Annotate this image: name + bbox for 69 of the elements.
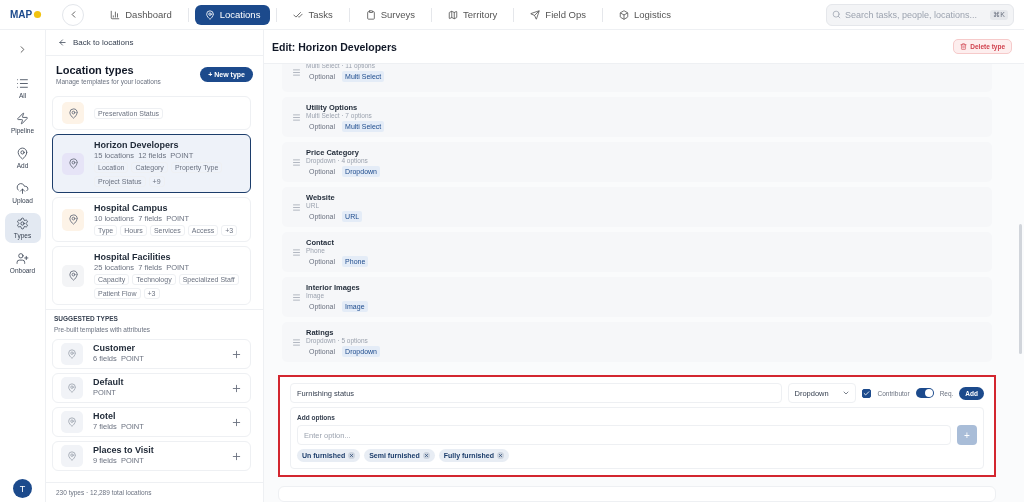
- pin-icon: [67, 107, 79, 119]
- pin-icon: [67, 383, 77, 393]
- chart-icon: [110, 9, 121, 20]
- drag-handle-icon: [292, 67, 301, 77]
- lightning-icon: [16, 112, 29, 125]
- pin-icon: [67, 270, 79, 281]
- type-name: Default: [93, 377, 124, 387]
- pin-icon: [204, 9, 215, 20]
- remove-option-button[interactable]: [348, 452, 356, 459]
- plus-icon: [231, 348, 242, 360]
- arrow-left-icon: [58, 38, 67, 47]
- add-type-button[interactable]: [231, 348, 242, 360]
- remove-option-button[interactable]: [496, 452, 504, 459]
- box-icon: [619, 9, 629, 20]
- add-type-button[interactable]: [231, 382, 242, 394]
- plus-icon: [231, 450, 242, 462]
- drag-handle-icon: [292, 112, 301, 122]
- settings-icon: [16, 217, 29, 230]
- nav-tab[interactable]: Territory: [438, 4, 508, 25]
- drag-handle-icon: [292, 292, 301, 302]
- back-link[interactable]: Back to locations: [46, 30, 263, 56]
- type-name: Customer: [93, 343, 136, 353]
- type-name: Hotel: [93, 411, 117, 421]
- trash-icon: [960, 43, 968, 50]
- map-icon: [448, 9, 458, 20]
- nav-tab[interactable]: Surveys: [355, 4, 425, 25]
- drag-handle-icon: [292, 202, 301, 212]
- nav-tab[interactable]: Field Ops: [520, 4, 596, 25]
- remove-option-button[interactable]: [422, 452, 430, 459]
- required-toggle[interactable]: [915, 388, 934, 398]
- nav-tab[interactable]: Dashboard: [100, 4, 182, 25]
- user-avatar[interactable]: T: [13, 479, 32, 498]
- drag-handle-icon: [292, 157, 301, 167]
- pin-icon: [67, 214, 79, 225]
- type-name: Hospital Facilities: [94, 252, 172, 262]
- clipboard-icon: [365, 9, 376, 20]
- send-icon: [530, 9, 541, 20]
- panel-title: Location types: [56, 64, 135, 76]
- upload-icon: [16, 182, 29, 195]
- type-name: Horizon Developers: [94, 140, 180, 150]
- logo-icon: [33, 10, 43, 19]
- contributor-checkbox[interactable]: [862, 388, 872, 398]
- list-icon: [16, 77, 29, 90]
- plus-icon: [231, 416, 242, 428]
- plus-icon: [231, 382, 242, 394]
- close-icon: [497, 453, 503, 458]
- drag-handle-icon: [292, 337, 301, 347]
- check-icon: [293, 9, 304, 20]
- nav-tab[interactable]: Locations: [194, 4, 271, 25]
- user-plus-icon: [16, 252, 29, 265]
- pin-icon: [67, 158, 79, 169]
- pin-icon: [67, 417, 77, 427]
- editor-title: Edit: Horizon Developers: [272, 40, 397, 53]
- nav-tab[interactable]: Tasks: [283, 4, 343, 25]
- drag-handle-icon: [292, 247, 301, 257]
- close-icon: [423, 453, 429, 458]
- chevron-down-icon: [842, 389, 851, 397]
- add-type-button[interactable]: [231, 416, 242, 428]
- nav-tab[interactable]: Logistics: [609, 4, 681, 25]
- app-logo: MAP: [10, 9, 43, 20]
- type-name: Places to Visit: [93, 445, 154, 455]
- pin-icon: [16, 147, 29, 160]
- search-icon: [832, 9, 841, 19]
- add-type-button[interactable]: [231, 450, 242, 462]
- type-name: Hospital Campus: [94, 203, 169, 213]
- pin-icon: [67, 349, 77, 359]
- check-icon: [863, 389, 871, 397]
- pin-icon: [67, 451, 77, 461]
- close-icon: [349, 453, 355, 458]
